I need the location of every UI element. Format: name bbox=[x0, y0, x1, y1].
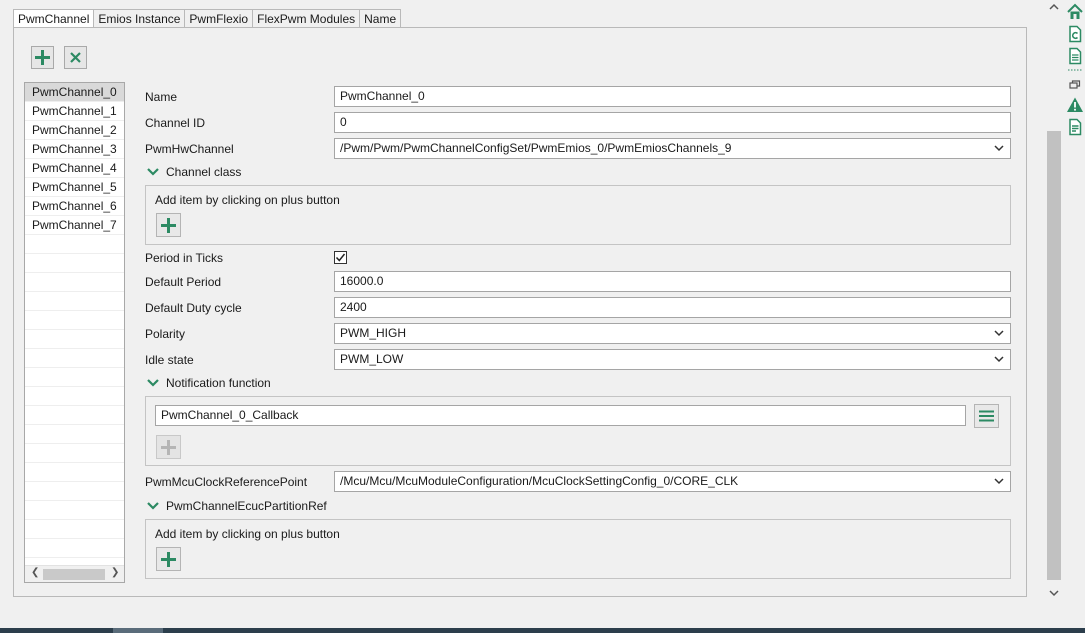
chevron-down-icon bbox=[147, 379, 159, 387]
notification-section-toggle[interactable]: Notification function bbox=[145, 376, 271, 390]
ecuc-partition-hint: Add item by clicking on plus button bbox=[155, 527, 340, 541]
notification-field[interactable]: PwmChannel_0_Callback bbox=[155, 405, 966, 426]
tab-pwm-channel[interactable]: PwmChannel bbox=[13, 9, 95, 28]
list-item-pwm-channel-1[interactable]: PwmChannel_1 bbox=[25, 102, 124, 121]
report-icon[interactable] bbox=[1066, 118, 1084, 136]
warning-icon[interactable] bbox=[1066, 96, 1084, 114]
plus-icon bbox=[161, 217, 176, 233]
list-item-pwm-channel-5[interactable]: PwmChannel_5 bbox=[25, 178, 124, 197]
channel-class-section-toggle[interactable]: Channel class bbox=[145, 165, 241, 179]
channel-id-label: Channel ID bbox=[145, 116, 206, 130]
taskbar bbox=[0, 628, 1085, 633]
period-in-ticks-label: Period in Ticks bbox=[145, 251, 224, 265]
scroll-up-icon[interactable] bbox=[1048, 2, 1060, 12]
plus-icon bbox=[35, 50, 50, 65]
add-channel-class-button[interactable] bbox=[156, 213, 181, 237]
idle-state-value: PWM_LOW bbox=[340, 352, 404, 366]
list-item-pwm-channel-0[interactable]: PwmChannel_0 bbox=[25, 83, 124, 102]
document-icon[interactable] bbox=[1066, 47, 1084, 65]
channel-id-field[interactable]: 0 bbox=[334, 112, 1011, 133]
polarity-select[interactable]: PWM_HIGH bbox=[334, 323, 1011, 344]
polarity-value: PWM_HIGH bbox=[340, 326, 406, 340]
menu-icon bbox=[979, 410, 994, 422]
tab-name[interactable]: Name bbox=[359, 9, 402, 28]
polarity-label: Polarity bbox=[145, 327, 186, 341]
separator-dots bbox=[1068, 69, 1082, 71]
add-channel-button[interactable] bbox=[31, 46, 54, 69]
tab-emios-instance[interactable]: Emios Instance bbox=[93, 9, 186, 28]
checkmark-icon bbox=[335, 253, 346, 262]
chevron-down-icon bbox=[994, 330, 1004, 337]
chevron-down-icon bbox=[147, 502, 159, 510]
restore-icon[interactable] bbox=[1066, 76, 1084, 94]
chevron-down-icon bbox=[147, 168, 159, 176]
period-in-ticks-checkbox[interactable] bbox=[334, 251, 347, 264]
ecuc-partition-title: PwmChannelEcucPartitionRef bbox=[166, 499, 327, 513]
chevron-down-icon bbox=[994, 145, 1004, 152]
chevron-down-icon bbox=[994, 356, 1004, 363]
close-icon bbox=[70, 52, 81, 63]
plus-icon bbox=[161, 439, 176, 455]
tab-pwm-flexio[interactable]: PwmFlexio bbox=[184, 9, 254, 28]
c-file-icon[interactable] bbox=[1066, 25, 1084, 43]
scroll-left-icon[interactable]: ❮ bbox=[31, 567, 39, 578]
tab-strip: PwmChannel Emios Instance PwmFlexio Flex… bbox=[13, 9, 402, 28]
list-horizontal-scrollbar[interactable]: ❮ ❯ bbox=[25, 565, 124, 582]
hw-channel-select[interactable]: /Pwm/Pwm/PwmChannelConfigSet/PwmEmios_0/… bbox=[334, 138, 1011, 159]
idle-state-select[interactable]: PWM_LOW bbox=[334, 349, 1011, 370]
hw-channel-value: /Pwm/Pwm/PwmChannelConfigSet/PwmEmios_0/… bbox=[340, 141, 732, 155]
scroll-down-icon[interactable] bbox=[1048, 588, 1060, 598]
add-notification-button[interactable] bbox=[156, 435, 181, 459]
scrollbar-thumb[interactable] bbox=[1047, 131, 1061, 580]
channel-class-hint: Add item by clicking on plus button bbox=[155, 193, 340, 207]
list-item-pwm-channel-3[interactable]: PwmChannel_3 bbox=[25, 140, 124, 159]
list-item-pwm-channel-7[interactable]: PwmChannel_7 bbox=[25, 216, 124, 235]
plus-icon bbox=[161, 551, 176, 567]
channel-class-title: Channel class bbox=[166, 165, 242, 179]
notification-menu-button[interactable] bbox=[974, 404, 999, 428]
default-duty-field[interactable]: 2400 bbox=[334, 297, 1011, 318]
default-period-field[interactable]: 16000.0 bbox=[334, 271, 1011, 292]
scrollbar-thumb[interactable] bbox=[43, 569, 105, 580]
hw-channel-label: PwmHwChannel bbox=[145, 142, 234, 156]
mcu-clock-label: PwmMcuClockReferencePoint bbox=[145, 475, 308, 489]
list-item-pwm-channel-6[interactable]: PwmChannel_6 bbox=[25, 197, 124, 216]
tab-flexpwm-modules[interactable]: FlexPwm Modules bbox=[252, 9, 361, 28]
list-item-pwm-channel-4[interactable]: PwmChannel_4 bbox=[25, 159, 124, 178]
ecuc-partition-section-toggle[interactable]: PwmChannelEcucPartitionRef bbox=[145, 499, 327, 513]
channel-class-group: Add item by clicking on plus button bbox=[145, 185, 1011, 245]
channel-list: PwmChannel_0 PwmChannel_1 PwmChannel_2 P… bbox=[24, 82, 125, 583]
list-item-pwm-channel-2[interactable]: PwmChannel_2 bbox=[25, 121, 124, 140]
add-ecuc-partition-button[interactable] bbox=[156, 547, 181, 571]
notification-title: Notification function bbox=[166, 376, 271, 390]
name-label: Name bbox=[145, 90, 178, 104]
name-field[interactable]: PwmChannel_0 bbox=[334, 86, 1011, 107]
idle-state-label: Idle state bbox=[145, 353, 194, 367]
remove-channel-button[interactable] bbox=[64, 46, 87, 69]
default-duty-label: Default Duty cycle bbox=[145, 301, 242, 315]
mcu-clock-value: /Mcu/Mcu/McuModuleConfiguration/McuClock… bbox=[340, 474, 739, 488]
scroll-right-icon[interactable]: ❯ bbox=[111, 567, 119, 578]
home-icon[interactable] bbox=[1066, 3, 1084, 21]
vertical-scrollbar[interactable] bbox=[1045, 0, 1063, 603]
notification-group: PwmChannel_0_Callback bbox=[145, 396, 1011, 466]
status-area bbox=[0, 603, 1085, 628]
ecuc-partition-group: Add item by clicking on plus button bbox=[145, 519, 1011, 579]
mcu-clock-select[interactable]: /Mcu/Mcu/McuModuleConfiguration/McuClock… bbox=[334, 471, 1011, 492]
chevron-down-icon bbox=[994, 478, 1004, 485]
default-period-label: Default Period bbox=[145, 275, 222, 289]
